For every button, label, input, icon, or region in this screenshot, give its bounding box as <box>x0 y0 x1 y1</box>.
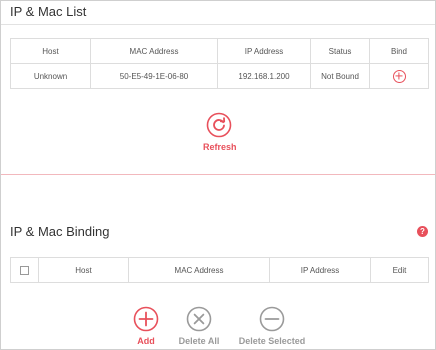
cell-host: Unknown <box>10 63 91 89</box>
ip-mac-binding-table: Host MAC Address IP Address Edit <box>10 257 429 283</box>
column-header-mac: MAC Address <box>128 257 270 283</box>
minus-circle-icon <box>259 306 285 332</box>
title-rule <box>1 24 435 25</box>
delete-selected-label: Delete Selected <box>238 336 306 346</box>
delete-all-label: Delete All <box>178 336 220 346</box>
column-header-mac: MAC Address <box>90 38 218 64</box>
column-header-ip: IP Address <box>269 257 371 283</box>
delete-all-button[interactable]: Delete All <box>173 306 225 346</box>
table-header-row: Host MAC Address IP Address Edit <box>10 257 429 283</box>
ip-mac-binding-title: IP & Mac Binding <box>10 224 110 239</box>
table-header-row: Host MAC Address IP Address Status Bind <box>10 38 429 64</box>
refresh-button[interactable]: Refresh <box>203 112 237 152</box>
add-circle-icon[interactable] <box>392 69 406 83</box>
column-header-host: Host <box>10 38 91 64</box>
add-button[interactable]: Add <box>126 306 166 346</box>
cell-status: Not Bound <box>310 63 370 89</box>
cell-bind <box>369 63 429 89</box>
ip-mac-list-table: Host MAC Address IP Address Status Bind … <box>10 38 429 89</box>
ip-mac-list-title: IP & Mac List <box>10 4 87 19</box>
select-all-checkbox[interactable] <box>20 265 29 275</box>
add-icon <box>133 306 159 332</box>
select-all-cell <box>10 257 39 283</box>
table-row: Unknown 50-E5-49-1E-06-80 192.168.1.200 … <box>10 63 429 89</box>
column-header-bind: Bind <box>369 38 429 64</box>
cell-ip: 192.168.1.200 <box>217 63 311 89</box>
refresh-label: Refresh <box>203 142 237 152</box>
column-header-status: Status <box>310 38 370 64</box>
close-circle-icon <box>186 306 212 332</box>
section-divider <box>1 174 435 175</box>
add-label: Add <box>137 336 155 346</box>
column-header-host: Host <box>38 257 129 283</box>
refresh-icon <box>206 112 232 138</box>
help-icon[interactable]: ? <box>417 226 428 237</box>
cell-mac: 50-E5-49-1E-06-80 <box>90 63 218 89</box>
column-header-edit: Edit <box>370 257 429 283</box>
column-header-ip: IP Address <box>217 38 311 64</box>
delete-selected-button[interactable]: Delete Selected <box>236 306 308 346</box>
